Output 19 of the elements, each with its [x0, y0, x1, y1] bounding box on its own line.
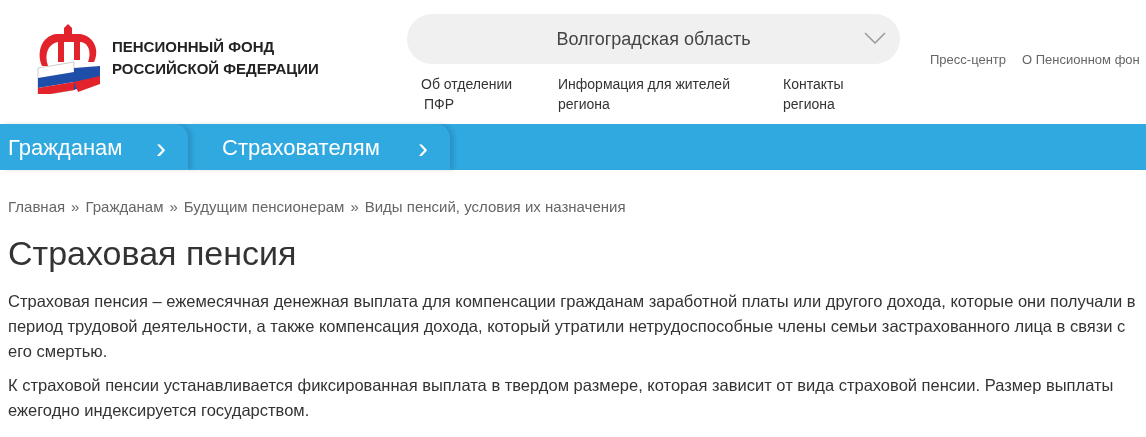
- breadcrumb-separator: »: [169, 197, 178, 217]
- logo-text: ПЕНСИОННЫЙ ФОНД: [112, 37, 276, 57]
- page-title: Страховая пенсия: [7, 232, 298, 273]
- logo-text: РОССИЙСКОЙ ФЕДЕРАЦИИ: [112, 59, 319, 79]
- breadcrumb-link[interactable]: Гражданам: [85, 196, 164, 219]
- breadcrumb-separator: »: [71, 197, 80, 217]
- paragraph: К страховой пенсии устанавливается фиксированная выплата в твердом размере, которая зависит от вида страховой пенсии. Размер выплаты ежегодно индексируется государством.: [8, 374, 1115, 421]
- chevron-down-icon: [864, 32, 886, 44]
- region-select[interactable]: Волгоградская область: [407, 14, 900, 64]
- region-link[interactable]: Об отделении ПФР: [407, 74, 558, 114]
- top-link[interactable]: Пресс-центр: [930, 50, 1007, 124]
- region-link[interactable]: Информация для жителей региона: [558, 74, 783, 114]
- region-link[interactable]: Контакты региона: [783, 74, 903, 114]
- paragraph: Страховая пенсия – ежемесячная денежная выплата для компенсации гражданам заработной платы или другого дохода, которые они получали в период трудовой деятельности, а также компенсация дохода, который утратили нетрудоспособные члены семьи застрахованного лица в связи с его смертью.: [8, 290, 1137, 362]
- breadcrumb-separator: »: [350, 197, 359, 217]
- breadcrumb-link[interactable]: Виды пенсий, условия их назначения: [364, 196, 626, 219]
- breadcrumb-link[interactable]: Будущим пенсионерам: [183, 196, 345, 219]
- top-link[interactable]: О Пенсионном фон: [1022, 50, 1140, 124]
- breadcrumb-link[interactable]: Главная: [8, 196, 66, 219]
